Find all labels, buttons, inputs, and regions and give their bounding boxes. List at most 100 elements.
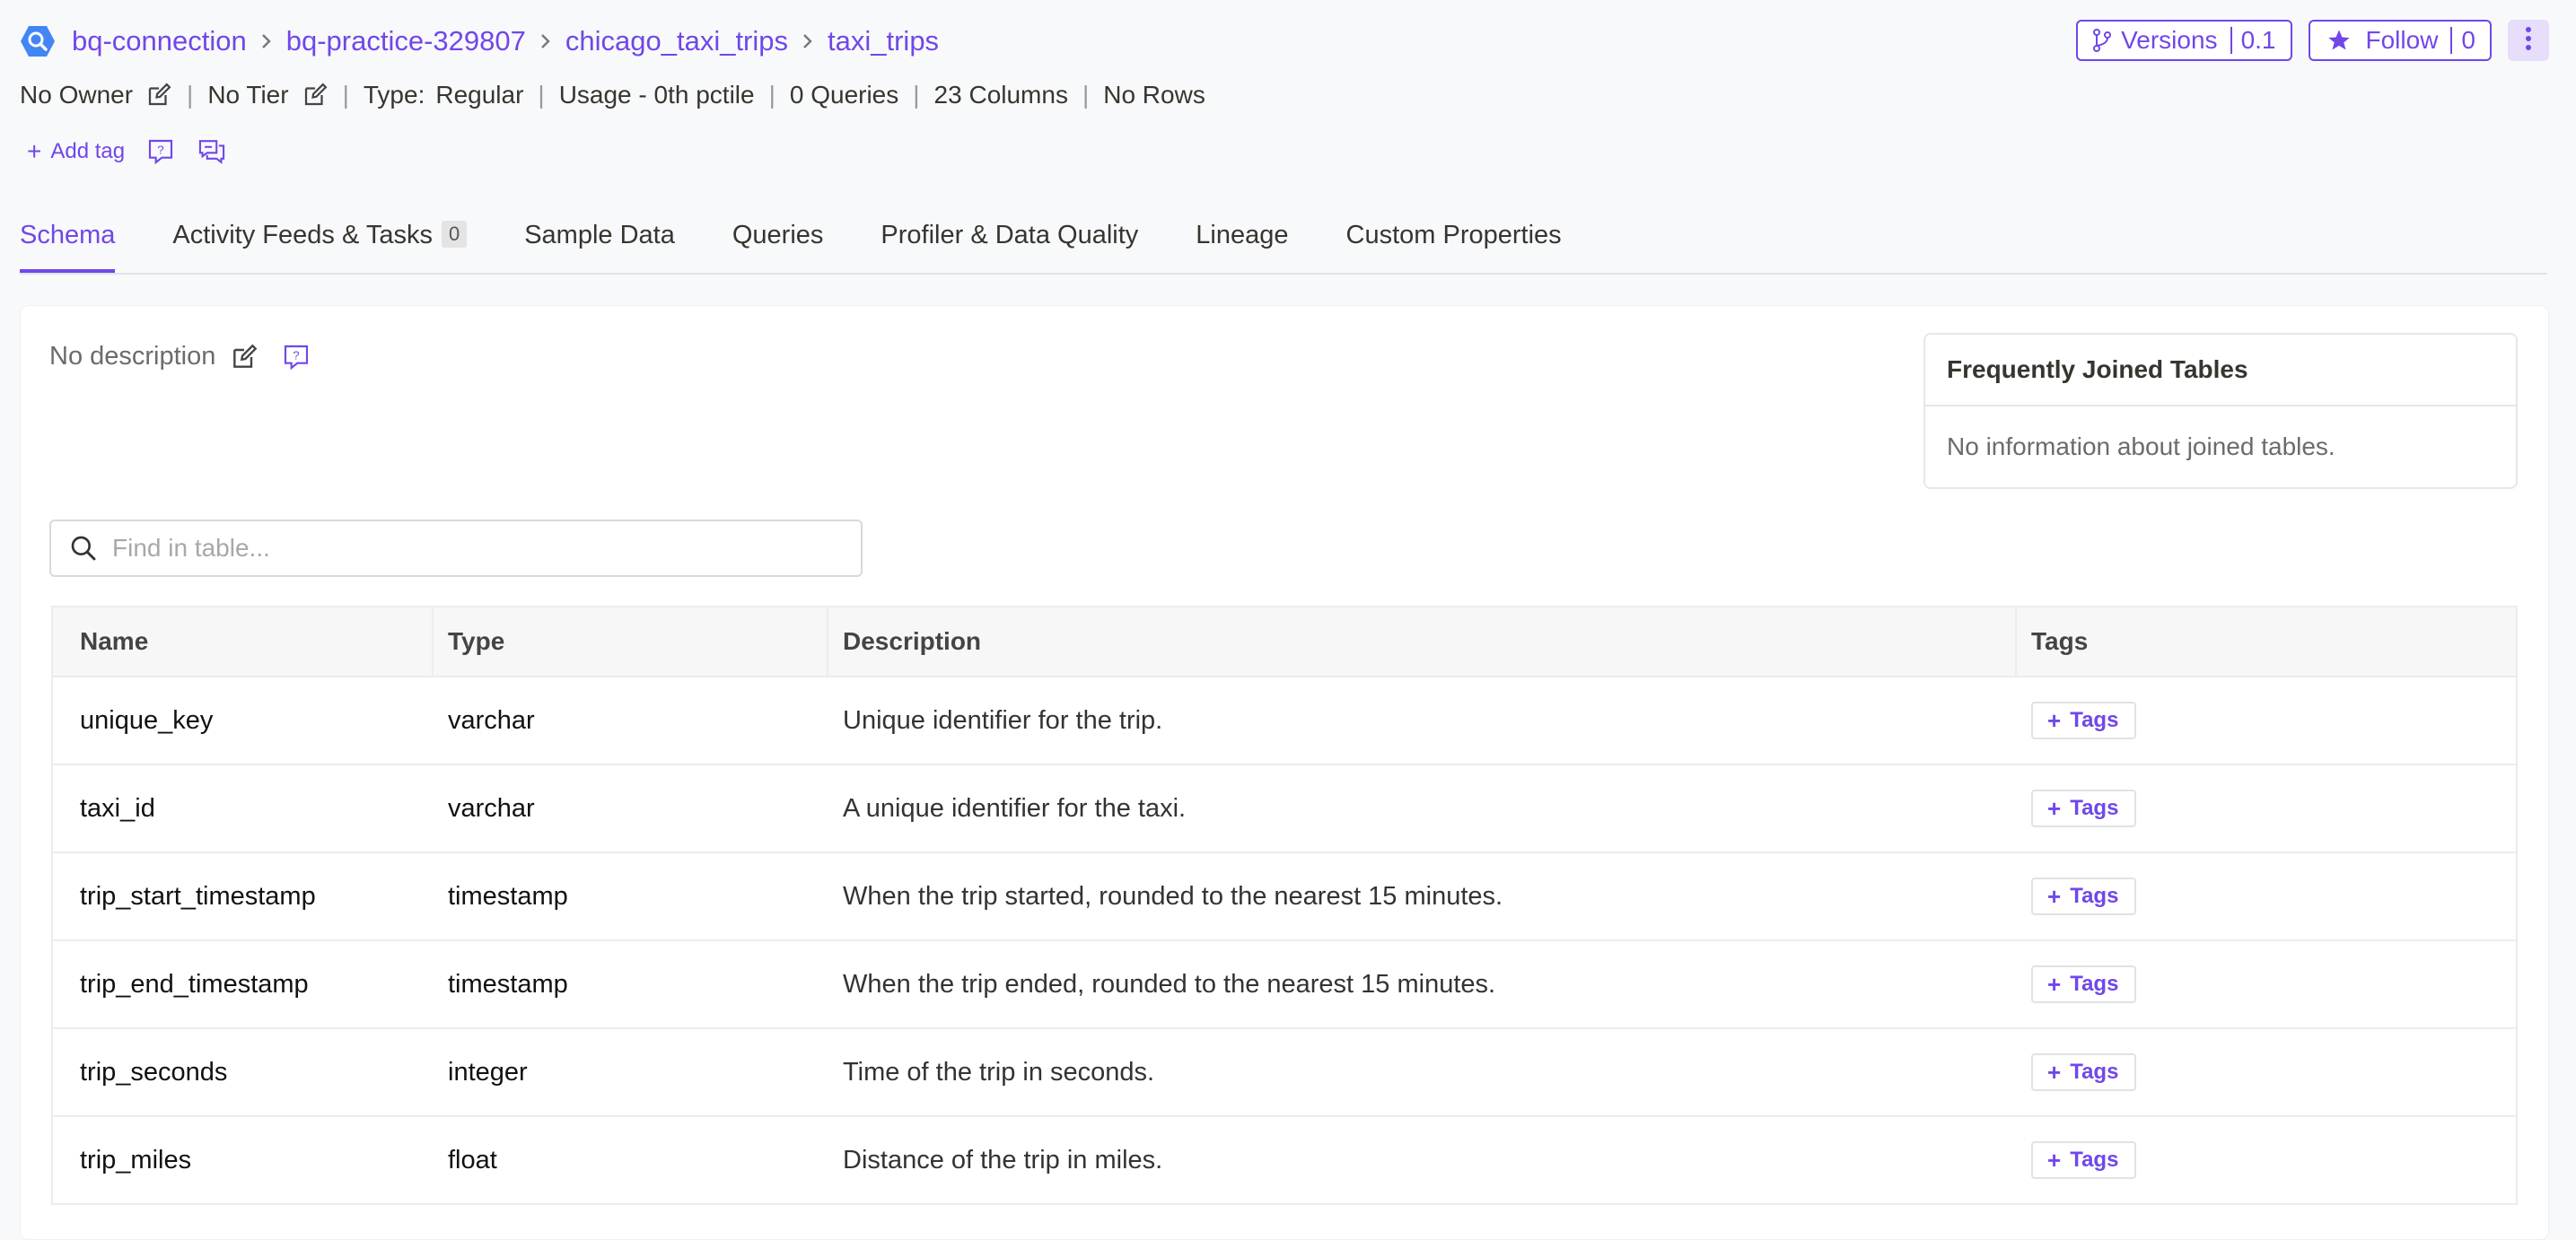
column-description: When the trip started, rounded to the ne… [843, 881, 1503, 911]
usage-info: Usage - 0th pctile [558, 81, 755, 109]
request-description-icon[interactable]: ? [282, 343, 311, 371]
schema-table: Name Type Description Tags unique_key va… [51, 606, 2518, 1205]
table-row: trip_start_timestamp timestamp When the … [53, 853, 2516, 941]
description-text: No description [49, 342, 216, 371]
column-header-tags[interactable]: Tags [2017, 607, 2516, 676]
column-type: varchar [448, 705, 535, 735]
tab-label: Custom Properties [1345, 221, 1562, 249]
tab-profiler[interactable]: Profiler & Data Quality [881, 206, 1138, 271]
breadcrumb-item-project[interactable]: bq-practice-329807 [286, 25, 526, 57]
column-header-name[interactable]: Name [53, 607, 434, 676]
tab-sample-data[interactable]: Sample Data [524, 206, 675, 271]
kebab-menu-icon [2525, 26, 2532, 56]
svg-text:?: ? [294, 348, 300, 362]
tier-info: No Tier [207, 81, 328, 109]
tab-count-badge: 0 [441, 221, 468, 248]
rows-info: No Rows [1103, 81, 1205, 109]
joined-tables-title: Frequently Joined Tables [1925, 335, 2516, 406]
column-header-type[interactable]: Type [434, 607, 828, 676]
add-tags-button[interactable]: + Tags [2031, 790, 2137, 827]
tags-button-label: Tags [2070, 884, 2119, 908]
chevron-right-icon [259, 31, 274, 52]
plus-icon: + [2047, 795, 2062, 822]
meta-separator: | [538, 81, 545, 109]
tab-label: Sample Data [524, 221, 675, 249]
tags-cell: + Tags [2017, 677, 2516, 764]
column-name: trip_start_timestamp [80, 881, 316, 911]
column-description: When the trip ended, rounded to the near… [843, 969, 1496, 999]
tab-label: Lineage [1196, 221, 1289, 249]
column-name: trip_miles [80, 1145, 192, 1175]
more-options-button[interactable] [2508, 20, 2549, 61]
column-type: timestamp [448, 881, 568, 911]
tag-row: + Add tag ? [27, 135, 227, 169]
type-info: Type: Regular [364, 81, 524, 109]
versions-label: Versions [2121, 26, 2218, 54]
tab-activity-feeds[interactable]: Activity Feeds & Tasks 0 [172, 206, 468, 271]
edit-owner-icon[interactable] [145, 82, 172, 109]
tab-lineage[interactable]: Lineage [1196, 206, 1288, 271]
edit-tier-icon[interactable] [302, 82, 329, 109]
add-tags-button[interactable]: + Tags [2031, 702, 2137, 739]
type-value: Regular [435, 81, 524, 109]
column-description: Unique identifier for the trip. [843, 705, 1163, 735]
tab-schema[interactable]: Schema [20, 206, 116, 273]
table-row: taxi_id varchar A unique identifier for … [53, 765, 2516, 853]
column-name: trip_seconds [80, 1057, 228, 1087]
conversation-icon[interactable] [197, 137, 227, 166]
tab-label: Queries [732, 221, 824, 249]
tags-button-label: Tags [2070, 1060, 2119, 1084]
plus-icon: + [2047, 1059, 2062, 1086]
add-tag-button[interactable]: + Add tag [27, 139, 125, 164]
follow-label: Follow [2365, 26, 2439, 54]
tier-label: No Tier [207, 81, 289, 109]
add-tag-label: Add tag [50, 139, 126, 163]
table-row: trip_seconds integer Time of the trip in… [53, 1029, 2516, 1117]
column-description: A unique identifier for the taxi. [843, 793, 1187, 823]
add-tags-button[interactable]: + Tags [2031, 1141, 2137, 1179]
edit-description-icon[interactable] [230, 343, 258, 371]
add-tags-button[interactable]: + Tags [2031, 1053, 2137, 1091]
frequently-joined-tables: Frequently Joined Tables No information … [1923, 333, 2518, 489]
breadcrumb-item-dataset[interactable]: chicago_taxi_trips [565, 25, 788, 57]
columns-info: 23 Columns [933, 81, 1068, 109]
plus-icon: + [2047, 883, 2062, 910]
column-header-description[interactable]: Description [828, 607, 2017, 676]
column-type: varchar [448, 793, 535, 823]
table-search [49, 520, 863, 577]
tab-custom-properties[interactable]: Custom Properties [1346, 206, 1562, 271]
chevron-right-icon [539, 31, 553, 52]
follow-button[interactable]: Follow 0 [2308, 20, 2492, 61]
column-description: Distance of the trip in miles. [843, 1145, 1163, 1175]
owner-info: No Owner [20, 81, 172, 109]
versions-button[interactable]: Versions 0.1 [2076, 20, 2292, 61]
search-input[interactable] [110, 533, 832, 563]
column-type: integer [448, 1057, 528, 1087]
meta-separator: | [187, 81, 194, 109]
breadcrumb-item-service[interactable]: bq-connection [72, 25, 247, 57]
table-row: trip_miles float Distance of the trip in… [53, 1117, 2516, 1205]
star-icon [2326, 28, 2352, 53]
column-type: timestamp [448, 969, 568, 999]
owner-label: No Owner [20, 81, 134, 109]
add-tags-button[interactable]: + Tags [2031, 878, 2137, 915]
table-header-row: Name Type Description Tags [53, 607, 2516, 677]
bigquery-icon [20, 23, 56, 59]
versions-count: 0.1 [2230, 27, 2276, 54]
meta-separator: | [768, 81, 775, 109]
queries-info: 0 Queries [789, 81, 899, 109]
tab-queries[interactable]: Queries [732, 206, 824, 271]
tags-button-label: Tags [2070, 796, 2119, 820]
column-name: trip_end_timestamp [80, 969, 309, 999]
add-tags-button[interactable]: + Tags [2031, 965, 2137, 1003]
tab-label: Schema [20, 221, 116, 249]
breadcrumb-item-table[interactable]: taxi_trips [828, 25, 939, 57]
tags-cell: + Tags [2017, 1029, 2516, 1115]
tags-button-label: Tags [2070, 972, 2119, 996]
tags-button-label: Tags [2070, 708, 2119, 732]
plus-icon: + [2047, 1147, 2062, 1174]
request-tags-icon[interactable]: ? [146, 137, 175, 166]
follow-count: 0 [2450, 27, 2475, 54]
table-row: unique_key varchar Unique identifier for… [53, 677, 2516, 765]
tags-cell: + Tags [2017, 1117, 2516, 1203]
